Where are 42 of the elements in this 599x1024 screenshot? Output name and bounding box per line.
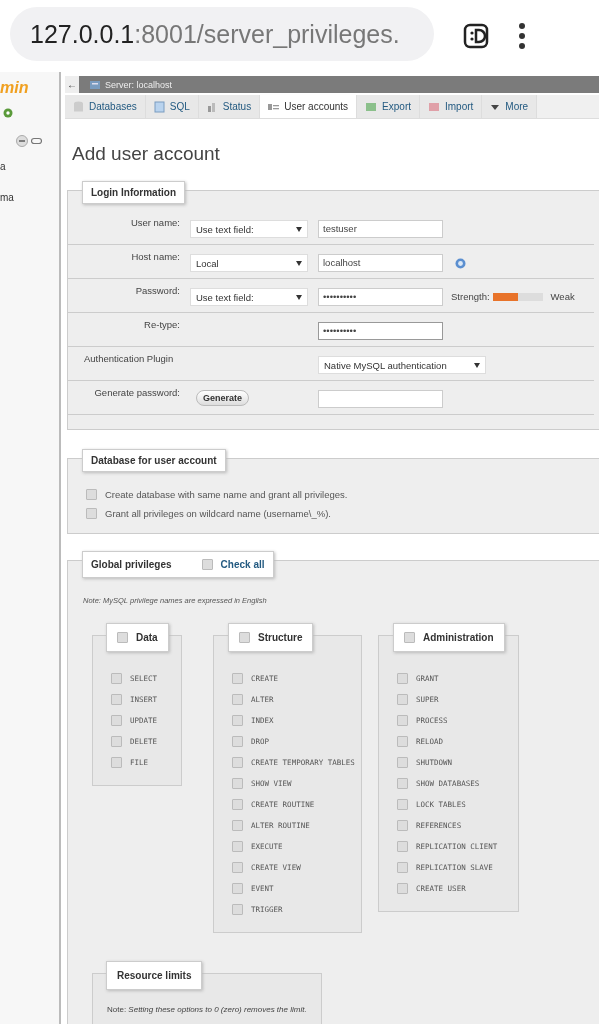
- dropdown[interactable]: Use text field:: [190, 288, 308, 306]
- breadcrumb-link[interactable]: Server: localhost: [105, 79, 173, 90]
- tree-item[interactable]: a: [0, 161, 6, 172]
- note-text: Note: Setting these options to 0 (zero) removes the limit.: [107, 1005, 307, 1014]
- group-legend: Resource limits: [117, 970, 192, 981]
- dropdown[interactable]: Native MySQL authentication: [318, 356, 486, 374]
- nav-tab[interactable]: Export: [357, 95, 420, 118]
- back-button[interactable]: ←: [65, 76, 79, 93]
- dropdown[interactable]: Use text field:: [190, 220, 308, 238]
- address-bar[interactable]: 127.0.0.1:8001/server_privileges.: [10, 7, 434, 61]
- field-label: Generate password:: [93, 386, 180, 398]
- logo-text: min: [0, 79, 29, 97]
- strength-text: Weak: [550, 291, 575, 302]
- tree-item[interactable]: ma: [0, 192, 14, 203]
- group-legend: Structure: [258, 632, 303, 643]
- input-field[interactable]: localhost: [318, 254, 443, 272]
- nav-tab[interactable]: User accounts: [260, 95, 358, 118]
- checkbox-label: Grant all privileges on wildcard name (username\_%).: [105, 508, 331, 519]
- group-legend: Data: [136, 632, 158, 643]
- section-legend: Login Information: [82, 181, 185, 204]
- generate-button[interactable]: Generate: [196, 390, 250, 406]
- field-label: Re-type:: [143, 318, 180, 330]
- nav-tab[interactable]: Status: [198, 95, 261, 118]
- checkbox-label: Create database with same name and grant all privileges.: [105, 489, 348, 500]
- group-legend: Administration: [423, 632, 494, 643]
- dropdown[interactable]: Local: [190, 254, 308, 272]
- field-label: User name:: [129, 216, 180, 228]
- nav-tab[interactable]: More: [482, 95, 538, 118]
- input-field[interactable]: testuser: [318, 220, 443, 238]
- section-legend: Database for user account: [82, 449, 226, 472]
- page-title: Add user account: [72, 143, 221, 165]
- field-label: Password:: [134, 284, 180, 296]
- check-all-link[interactable]: Check all: [220, 559, 265, 570]
- nav-tab[interactable]: Databases: [65, 95, 146, 118]
- section-legend: Global privileges: [91, 559, 172, 570]
- field-label: Authentication Plugin: [83, 352, 175, 364]
- input-field[interactable]: ••••••••••: [318, 288, 443, 306]
- strength-label: Strength:: [451, 291, 490, 302]
- nav-tab[interactable]: Import: [420, 95, 483, 118]
- field-label: Host name:: [130, 250, 180, 262]
- nav-tab[interactable]: SQL: [145, 95, 199, 118]
- input-field[interactable]: ••••••••••: [318, 322, 443, 340]
